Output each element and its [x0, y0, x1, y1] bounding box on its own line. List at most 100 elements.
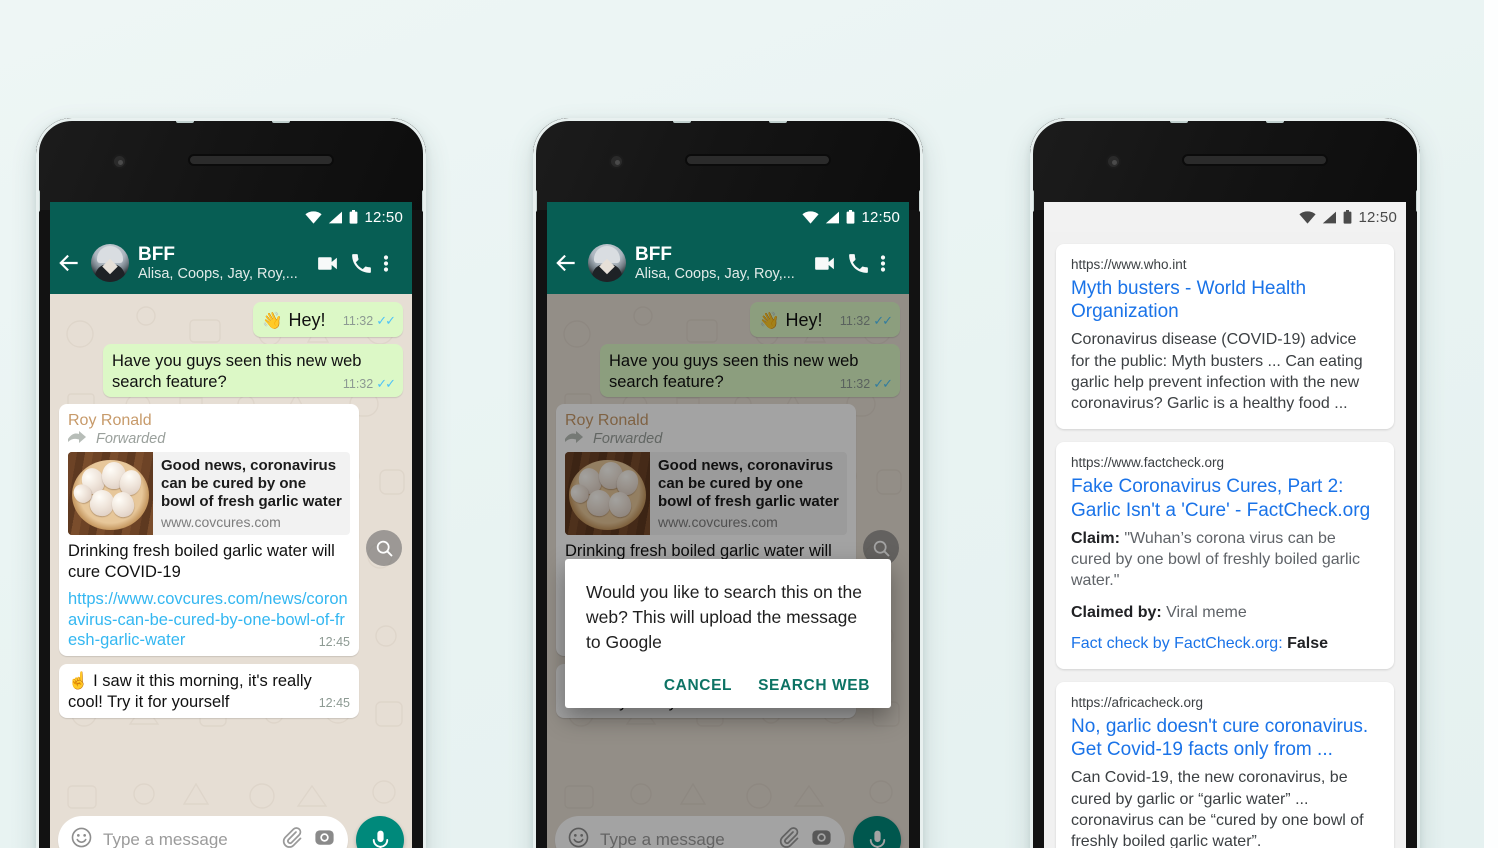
message-text: Have you guys seen this new web search f…	[112, 351, 362, 391]
message-bubble-last[interactable]: ☝️ I saw it this morning, it's really co…	[59, 664, 359, 718]
voice-call-icon[interactable]	[846, 251, 871, 276]
signal-icon	[1322, 211, 1337, 224]
message-bubble-hey[interactable]: 👋 Hey! 11:32 ✓✓	[253, 302, 403, 337]
message-meta: 11:32 ✓✓	[343, 375, 396, 393]
back-arrow-icon[interactable]	[553, 250, 579, 276]
search-web-button[interactable]: SEARCH WEB	[758, 677, 870, 695]
emoji-smiley-icon[interactable]	[70, 826, 93, 848]
message-composer: Type a message	[50, 810, 412, 848]
wifi-icon	[802, 210, 820, 224]
phone-side-nub-right	[422, 190, 426, 212]
factcheck-label[interactable]: Fact check by FactCheck.org:	[1071, 635, 1283, 652]
cancel-button[interactable]: CANCEL	[664, 677, 732, 695]
link-preview-title: Good news, coronavirus can be cured by o…	[161, 457, 342, 511]
earpiece-speaker	[188, 154, 334, 166]
forwarded-sender: Roy Ronald	[68, 412, 152, 430]
avatar[interactable]	[91, 244, 129, 282]
front-camera-icon	[1106, 154, 1121, 169]
right-edge-band	[1484, 0, 1498, 848]
phone-side-nub-left	[1030, 190, 1034, 212]
result-snippet: Can Covid-19, the new coronavirus, be cu…	[1071, 769, 1364, 848]
phone-side-nub-left	[36, 190, 40, 212]
battery-icon	[846, 210, 855, 224]
read-ticks-icon: ✓✓	[376, 375, 396, 391]
wifi-icon	[1299, 210, 1317, 224]
search-result-card-factcheck[interactable]: https://www.factcheck.org Fake Coronavir…	[1056, 442, 1394, 670]
garlic-bowl-thumbnail	[68, 452, 153, 536]
message-emoji: 👋	[262, 312, 283, 330]
battery-icon	[1343, 210, 1352, 224]
phone-2-screen: 12:50 BFF Alisa, Coops, Jay, Roy,... 👋 H…	[547, 202, 909, 848]
phone-top-nub-right	[272, 118, 290, 123]
camera-icon[interactable]	[313, 826, 336, 848]
message-time: 11:32	[342, 314, 374, 328]
voice-call-icon[interactable]	[349, 251, 374, 276]
earpiece-speaker	[685, 154, 831, 166]
chat-title: BFF	[635, 244, 672, 266]
video-call-icon[interactable]	[315, 251, 340, 276]
status-bar: 12:50	[547, 202, 909, 232]
wifi-icon	[305, 210, 323, 224]
chat-app-bar: BFF Alisa, Coops, Jay, Roy,...	[547, 232, 909, 294]
battery-icon	[349, 210, 358, 224]
paperclip-icon[interactable]	[280, 826, 303, 848]
result-url: https://africacheck.org	[1071, 695, 1204, 711]
chat-title-block[interactable]: BFF Alisa, Coops, Jay, Roy,...	[138, 244, 306, 282]
phone-side-nub-right	[919, 190, 923, 212]
avatar[interactable]	[588, 244, 626, 282]
message-list: 👋 Hey! 11:32 ✓✓ Have you guys seen this n…	[50, 294, 412, 848]
result-snippet: Coronavirus disease (COVID-19) advice fo…	[1071, 331, 1363, 413]
status-bar: 12:50	[50, 202, 412, 232]
result-title[interactable]: Myth busters - World Health Organization	[1071, 277, 1379, 323]
link-preview-text: Good news, coronavirus can be cured by o…	[153, 452, 350, 535]
microphone-icon[interactable]	[356, 816, 404, 848]
forwarded-tag: Forwarded	[68, 431, 350, 447]
search-magnifier-icon[interactable]	[366, 530, 402, 566]
claimed-by-value: Viral meme	[1166, 603, 1247, 621]
forwarded-message-card[interactable]: Roy Ronald Forwarded Good news, coronavi…	[59, 404, 359, 657]
result-title[interactable]: No, garlic doesn't cure coronavirus. Get…	[1071, 715, 1379, 761]
message-text: Hey!	[288, 310, 326, 330]
result-factcheck-row: Fact check by FactCheck.org: False	[1071, 633, 1379, 654]
chat-title-block[interactable]: BFF Alisa, Coops, Jay, Roy,...	[635, 244, 803, 282]
overflow-menu-icon[interactable]	[880, 251, 898, 276]
dialog-message: Would you like to search this on the web…	[586, 582, 862, 652]
chat-subtitle: Alisa, Coops, Jay, Roy,...	[635, 265, 795, 282]
message-text: I saw it this morning, it's really cool!…	[68, 672, 312, 712]
forwarded-link[interactable]: https://www.covcures.com/news/coronaviru…	[68, 589, 350, 651]
phone-top-nub-left	[1170, 118, 1188, 123]
front-camera-icon	[112, 154, 127, 169]
status-bar-time: 12:50	[1358, 208, 1397, 226]
claim-label: Claim:	[1071, 529, 1120, 547]
result-claim-row: Claim: "Wuhan’s corona virus can be cure…	[1071, 528, 1379, 592]
screenshot-stage: 12:50 BFF Alisa, Coops, Jay, Roy,... 👋 H…	[0, 0, 1498, 848]
chat-scroll-area: 👋 Hey! 11:32 ✓✓ Have you guys seen this n…	[547, 294, 909, 848]
chat-subtitle: Alisa, Coops, Jay, Roy,...	[138, 265, 298, 282]
chat-scroll-area[interactable]: 👋 Hey! 11:32 ✓✓ Have you guys seen this n…	[50, 294, 412, 848]
chat-app-bar: BFF Alisa, Coops, Jay, Roy,...	[50, 232, 412, 294]
search-input[interactable]: Type a message	[103, 830, 270, 848]
search-result-card-africacheck[interactable]: https://africacheck.org No, garlic doesn…	[1056, 682, 1394, 848]
video-call-icon[interactable]	[812, 251, 837, 276]
result-url: https://www.who.int	[1071, 257, 1187, 272]
phone-2-dialog: 12:50 BFF Alisa, Coops, Jay, Roy,... 👋 H…	[533, 118, 923, 848]
search-results-list[interactable]: https://www.who.int Myth busters - World…	[1044, 232, 1406, 848]
phone-top-nub-right	[769, 118, 787, 123]
overflow-menu-icon[interactable]	[383, 251, 401, 276]
link-preview[interactable]: Good news, coronavirus can be cured by o…	[68, 452, 350, 536]
status-bar: 12:50	[1044, 202, 1406, 232]
result-title[interactable]: Fake Coronavirus Cures, Part 2: Garlic I…	[1071, 475, 1379, 521]
read-ticks-icon: ✓✓	[376, 313, 396, 328]
phone-top-nub-left	[176, 118, 194, 123]
message-meta: 11:32 ✓✓	[342, 313, 396, 330]
earpiece-speaker	[1182, 154, 1328, 166]
search-result-card-who[interactable]: https://www.who.int Myth busters - World…	[1056, 244, 1394, 430]
signal-icon	[328, 211, 343, 224]
back-arrow-icon[interactable]	[56, 250, 82, 276]
phone-3-screen: 12:50 https://www.who.int Myth busters -…	[1044, 202, 1406, 848]
chat-title: BFF	[138, 244, 175, 266]
forwarded-arrow-icon	[68, 431, 90, 447]
message-bubble-question[interactable]: Have you guys seen this new web search f…	[103, 343, 403, 398]
link-preview-host: www.covcures.com	[161, 514, 281, 531]
message-input-pill[interactable]: Type a message	[58, 816, 348, 848]
